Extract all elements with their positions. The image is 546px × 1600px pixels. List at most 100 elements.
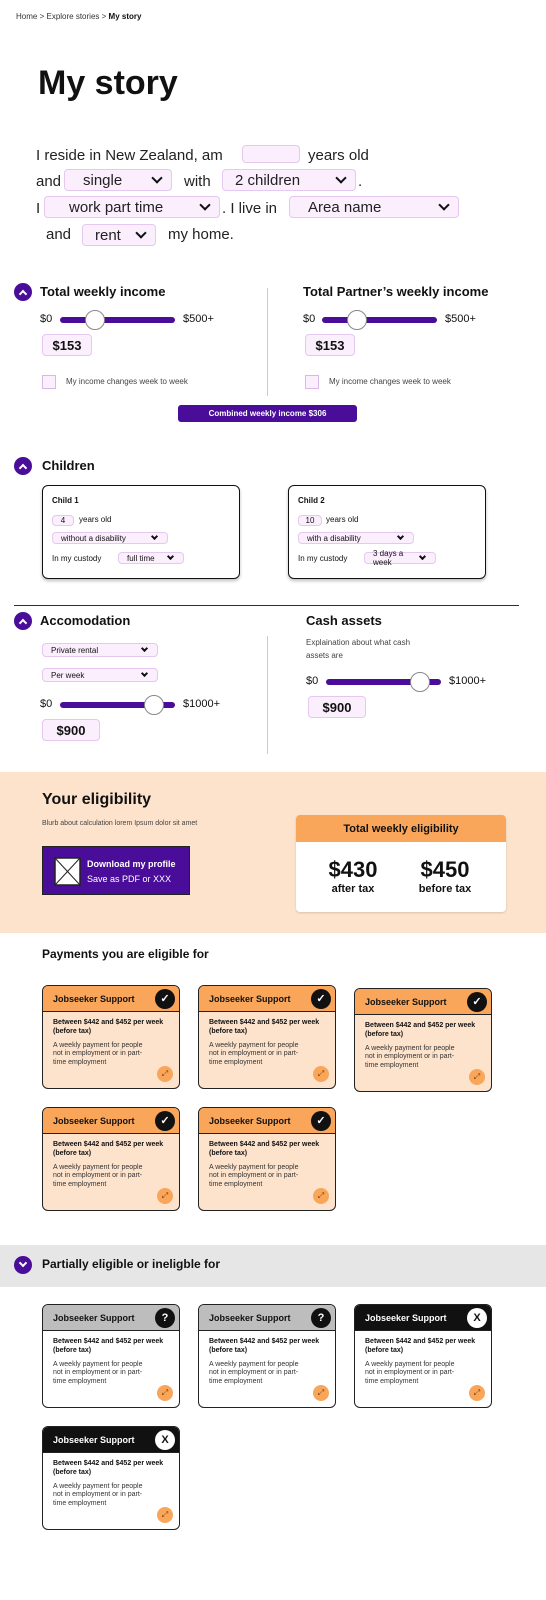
chevron-down-icon — [396, 532, 405, 541]
download-title: Download my profile — [87, 859, 176, 869]
area-select[interactable]: Area name — [289, 196, 459, 218]
story-text: I reside in New Zealand, am — [36, 147, 223, 164]
eligibility-blurb: Blurb about calculation lorem Ipsum dolo… — [42, 820, 198, 827]
payment-card[interactable]: Jobseeker Support X Between $442 and $452 … — [42, 1426, 180, 1530]
income-varies-checkbox[interactable] — [42, 375, 56, 389]
payment-card-header: Jobseeker Support ✓ — [199, 986, 335, 1012]
cash-slider[interactable] — [326, 672, 441, 692]
eligibility-title: Your eligibility — [42, 791, 152, 808]
accommodation-period-value: Per week — [51, 670, 85, 680]
partner-income-varies-label: My income changes week to week — [329, 377, 451, 386]
status-badge-icon: ? — [155, 1307, 175, 1328]
payment-name: Jobseeker Support — [365, 1312, 447, 1323]
payment-card-header: Jobseeker Support ✓ — [43, 1108, 179, 1134]
before-tax-amount: $450 — [420, 857, 470, 882]
payment-description: A weekly payment for people not in emplo… — [53, 1041, 143, 1067]
income-slider-knob[interactable] — [84, 310, 105, 330]
tenure-select[interactable]: rent — [82, 224, 156, 246]
expand-icon[interactable]: ⤢ — [313, 1188, 329, 1204]
chevron-down-icon — [166, 552, 175, 561]
payment-card-header: Jobseeker Support? — [43, 1305, 179, 1331]
payment-amount: Between $442 and $452 per week (before t… — [53, 1338, 164, 1354]
age-input[interactable] — [242, 145, 300, 163]
expand-icon[interactable]: ⤢ — [469, 1069, 485, 1085]
accommodation-slider-knob[interactable] — [144, 695, 165, 715]
chevron-down-icon — [438, 199, 450, 211]
download-profile-button[interactable]: Download my profile Save as PDF or XXX — [42, 846, 190, 895]
payment-description: A weekly payment for people not in emplo… — [53, 1163, 143, 1189]
expand-icon[interactable]: ⤢ — [157, 1188, 173, 1204]
section-divider — [14, 605, 519, 606]
child-custody-select[interactable]: full time — [118, 552, 184, 564]
divider — [267, 636, 268, 754]
accommodation-slider[interactable] — [60, 695, 175, 715]
child-age-input[interactable]: 10 — [298, 515, 322, 526]
child-card: Child 2 10 years old with a disability I… — [288, 485, 486, 579]
custody-label: In my custody — [298, 554, 348, 563]
partner-income-varies-checkbox[interactable] — [305, 375, 319, 389]
chevron-down-icon — [151, 172, 163, 184]
partner-income-slider[interactable] — [322, 310, 437, 330]
payment-card[interactable]: Jobseeker Support ✓ Between $442 and $452 … — [354, 988, 492, 1092]
income-value[interactable]: $153 — [42, 334, 92, 356]
accommodation-title: Accomodation — [40, 613, 131, 628]
accommodation-period-select[interactable]: Per week — [42, 668, 158, 682]
payment-card[interactable]: Jobseeker Support X Between $442 and $452 … — [354, 1304, 492, 1408]
breadcrumb: Home > Explore stories > My story — [16, 12, 141, 21]
cash-slider-knob[interactable] — [410, 672, 431, 692]
expand-icon[interactable]: ⤢ — [469, 1385, 485, 1401]
accommodation-value[interactable]: $900 — [42, 719, 100, 741]
payment-card[interactable]: Jobseeker Support? Between $442 and $452 … — [42, 1304, 180, 1408]
child-custody-value: 3 days a week — [373, 549, 404, 567]
relationship-value: single — [83, 171, 123, 189]
payment-card-header: Jobseeker Support ✓ — [43, 986, 179, 1012]
chevron-down-icon — [199, 199, 211, 211]
breadcrumb-explore[interactable]: Explore stories — [46, 12, 99, 21]
collapse-toggle-icon[interactable] — [14, 457, 32, 475]
area-value: Area name — [308, 198, 382, 216]
cash-value[interactable]: $900 — [308, 696, 366, 718]
after-tax-amount: $430 — [328, 857, 378, 882]
breadcrumb-current: My story — [108, 12, 142, 21]
expand-icon[interactable]: ⤢ — [157, 1385, 173, 1401]
partner-income-slider-knob[interactable] — [346, 310, 367, 330]
relationship-select[interactable]: single — [64, 169, 172, 191]
payment-card[interactable]: Jobseeker Support ✓ Between $442 and $452 … — [198, 1107, 336, 1211]
status-badge-icon: ? — [311, 1307, 331, 1328]
child-disability-select[interactable]: with a disability — [298, 532, 414, 544]
breadcrumb-home[interactable]: Home — [16, 12, 37, 21]
payment-description: A weekly payment for people not in emplo… — [209, 1041, 299, 1067]
payment-name: Jobseeker Support — [53, 1434, 135, 1445]
expand-toggle-icon[interactable] — [14, 1256, 32, 1274]
page-title: My story — [38, 64, 178, 102]
child-years-label: years old — [79, 515, 112, 524]
story-text: I — [36, 200, 41, 217]
expand-icon[interactable]: ⤢ — [157, 1066, 173, 1082]
payment-amount: Between $442 and $452 per week (before t… — [209, 1019, 320, 1035]
work-select[interactable]: work part time — [44, 196, 220, 218]
payment-amount: Between $442 and $452 per week (before t… — [365, 1022, 476, 1038]
payment-card[interactable]: Jobseeker Support ✓ Between $442 and $452 … — [198, 985, 336, 1089]
payment-card[interactable]: Jobseeker Support? Between $442 and $452 … — [198, 1304, 336, 1408]
collapse-toggle-icon[interactable] — [14, 283, 32, 301]
weekly-eligibility-title: Total weekly eligibility — [296, 815, 506, 842]
child-age-input[interactable]: 4 — [52, 515, 74, 526]
children-select[interactable]: 2 children — [222, 169, 356, 191]
payment-description: A weekly payment for people not in emplo… — [365, 1360, 455, 1386]
child-custody-select[interactable]: 3 days a week — [364, 549, 436, 567]
collapse-toggle-icon[interactable] — [14, 612, 32, 630]
income-slider[interactable] — [60, 310, 175, 330]
partner-income-min: $0 — [303, 313, 316, 325]
expand-icon[interactable]: ⤢ — [313, 1066, 329, 1082]
income-max: $500+ — [183, 313, 214, 325]
child-disability-select[interactable]: without a disability — [52, 532, 168, 544]
expand-icon[interactable]: ⤢ — [157, 1507, 173, 1523]
expand-icon[interactable]: ⤢ — [313, 1385, 329, 1401]
payment-card[interactable]: Jobseeker Support ✓ Between $442 and $452 … — [42, 1107, 180, 1211]
payment-description: A weekly payment for people not in emplo… — [209, 1163, 299, 1189]
payment-card[interactable]: Jobseeker Support ✓ Between $442 and $452 … — [42, 985, 180, 1089]
work-value: work part time — [69, 198, 164, 216]
payment-name: Jobseeker Support — [53, 1115, 135, 1126]
partner-income-value[interactable]: $153 — [305, 334, 355, 356]
accommodation-type-select[interactable]: Private rental — [42, 643, 158, 657]
